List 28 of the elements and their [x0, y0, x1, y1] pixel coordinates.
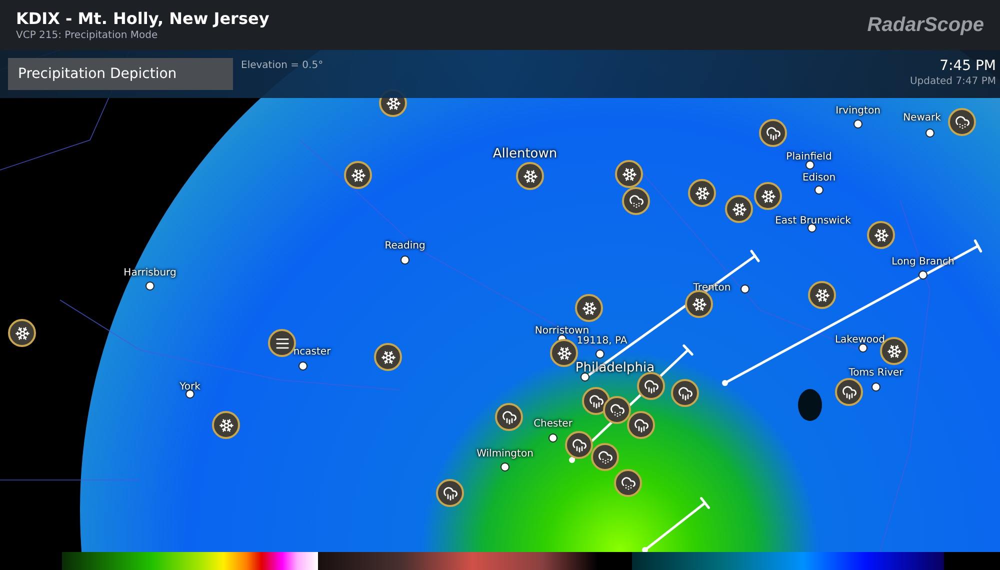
city-label: Allentown — [492, 146, 558, 162]
snowflake-icon[interactable] — [8, 319, 36, 347]
city-label: Chester — [534, 418, 572, 430]
city-label: 19118, PA — [576, 336, 628, 346]
city-label: Irvington — [836, 106, 880, 116]
city-label: Toms River — [848, 368, 904, 378]
city-label: Plainfield — [786, 152, 832, 162]
product-selector[interactable]: Precipitation Depiction — [8, 58, 233, 90]
city-label: Edison — [802, 172, 836, 184]
city-label: Wilmington — [476, 448, 534, 460]
city-label: Newark — [903, 112, 941, 124]
updated-time: Updated 7:47 PM — [910, 76, 996, 87]
city-dot — [808, 224, 816, 232]
vcp-mode-text: VCP 215: Precipitation Mode — [16, 30, 159, 41]
city-label: ncaster — [293, 346, 331, 358]
city-label: Lakewood — [834, 334, 886, 346]
elevation-text: Elevation = 0.5° — [241, 60, 324, 71]
city-dot — [806, 160, 814, 170]
radar-site-title: KDIX - Mt. Holly, New Jersey — [16, 9, 270, 28]
city-dot — [186, 390, 194, 398]
track-line — [642, 497, 710, 552]
city-label: Reading — [384, 240, 426, 252]
city-dot — [858, 344, 868, 352]
app-logo: RadarScope — [867, 14, 984, 36]
scan-time: 7:45 PM — [940, 58, 996, 74]
city-label: East Brunswick — [775, 216, 851, 226]
city-label: Norristown — [534, 326, 590, 336]
city-label: York — [180, 382, 200, 392]
